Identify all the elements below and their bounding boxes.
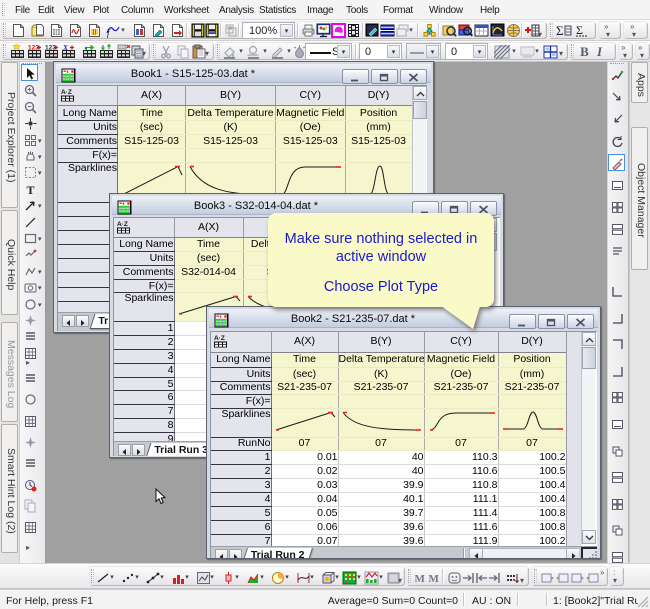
svg-text:A·Z: A·Z [117,221,128,228]
svg-text:f: f [107,28,111,38]
svg-text:A·Z: A·Z [214,335,225,342]
svg-text:X: X [62,44,69,52]
svg-text:T: T [26,183,34,196]
svg-text:M: M [429,573,440,585]
svg-text:Σ: Σ [576,23,583,37]
svg-text:A·Z: A·Z [61,89,72,96]
svg-text:Σ: Σ [556,23,564,38]
svg-text:M: M [415,573,426,585]
